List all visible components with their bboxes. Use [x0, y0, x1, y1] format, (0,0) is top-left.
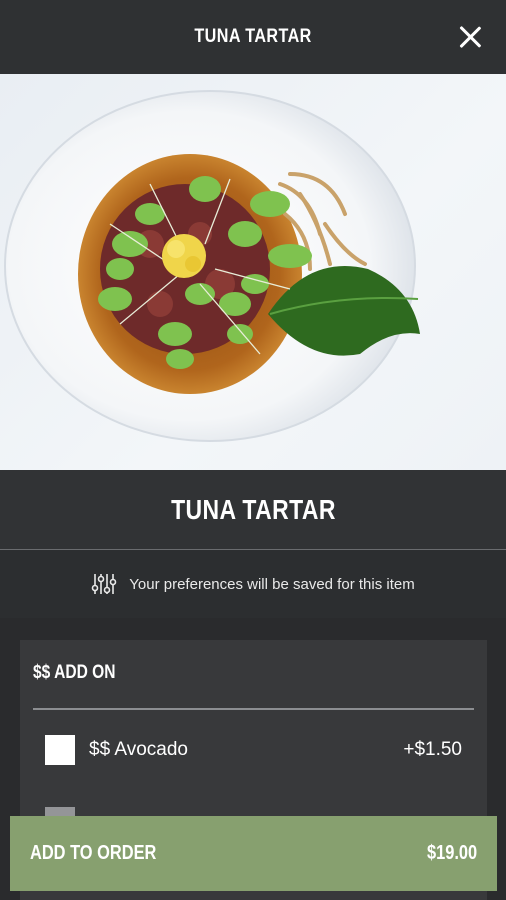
preferences-note: Your preferences will be saved for this … — [0, 550, 506, 618]
addon-heading: $$ ADD ON — [33, 662, 116, 683]
sliders-icon — [91, 574, 117, 594]
addon-option-price: +$1.50 — [403, 739, 462, 760]
dish-image — [4, 90, 420, 442]
checkbox[interactable] — [45, 735, 75, 765]
add-to-order-label: ADD TO ORDER — [30, 842, 157, 864]
top-bar: TUNA TARTAR — [0, 0, 506, 74]
preferences-text: Your preferences will be saved for this … — [129, 575, 415, 593]
item-name-band: TUNA TARTAR — [0, 470, 506, 550]
dish-photo — [0, 74, 506, 470]
divider — [33, 708, 474, 710]
close-icon[interactable] — [458, 25, 482, 49]
order-total: $19.00 — [426, 842, 477, 864]
item-name: TUNA TARTAR — [170, 493, 336, 525]
page-title: TUNA TARTAR — [194, 26, 312, 47]
addon-option-avocado[interactable]: $$ Avocado +$1.50 — [45, 734, 462, 766]
addon-option-label: $$ Avocado — [89, 739, 188, 760]
add-to-order-button[interactable]: ADD TO ORDER $19.00 — [10, 816, 497, 891]
